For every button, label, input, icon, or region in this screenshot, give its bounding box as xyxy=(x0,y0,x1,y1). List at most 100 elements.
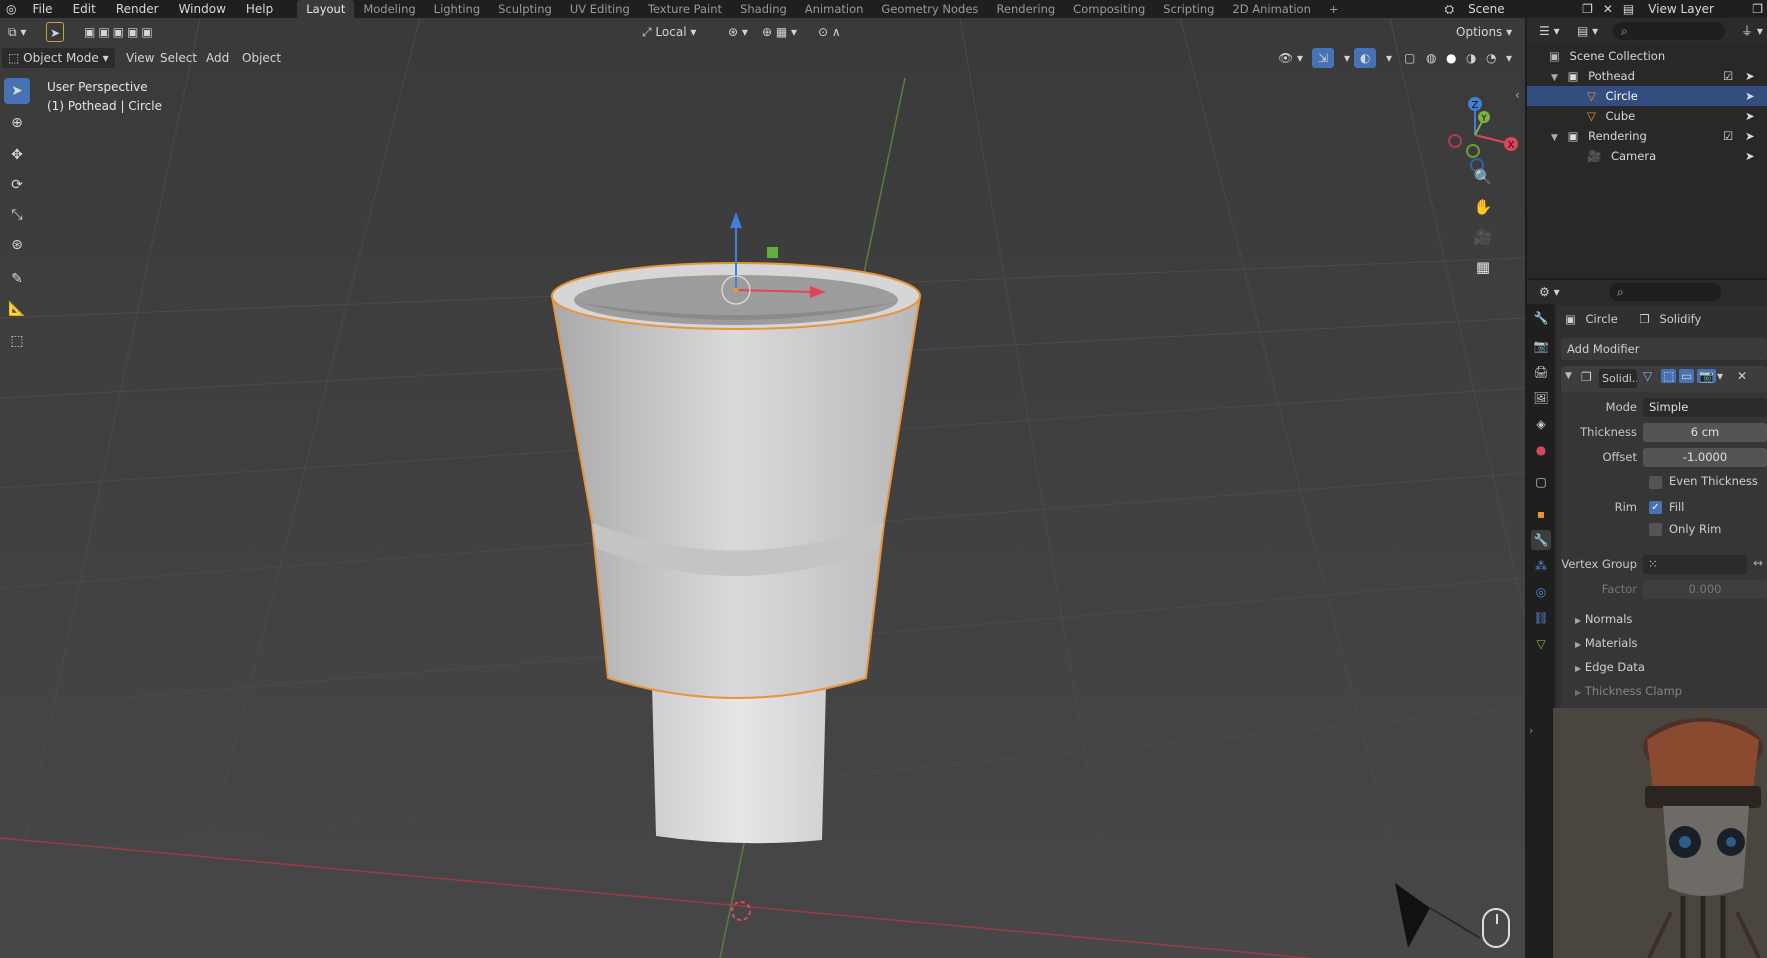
proportional-edit-icon[interactable]: ⊙ ∧ xyxy=(812,22,847,42)
materials-subpanel[interactable]: ▶ Materials xyxy=(1575,636,1638,650)
menu-window[interactable]: Window xyxy=(169,0,236,18)
shading-dropdown-icon[interactable]: ▾ xyxy=(1500,48,1518,68)
rotate-tool-icon[interactable]: ⟳ xyxy=(4,172,30,198)
selection-mode-icons[interactable]: ▣▣▣▣▣ xyxy=(78,22,176,42)
selectable-arrow-icon[interactable]: ➤ xyxy=(1745,106,1755,126)
expand-panel-icon[interactable]: › xyxy=(1529,724,1533,737)
xray-icon[interactable]: ▢ xyxy=(1398,48,1421,68)
options-dropdown[interactable]: Options ▾ xyxy=(1450,22,1518,42)
zoom-icon[interactable]: 🔍 xyxy=(1470,164,1496,190)
physics-tab-icon[interactable]: ◎ xyxy=(1531,582,1551,602)
selectable-arrow-icon[interactable]: ➤ xyxy=(1745,146,1755,166)
view-layer-tab-icon[interactable]: 🖼 xyxy=(1531,388,1551,408)
tab-scripting[interactable]: Scripting xyxy=(1154,0,1223,18)
world-tab-icon[interactable]: ● xyxy=(1531,440,1551,460)
object-tab-icon[interactable]: ▪ xyxy=(1531,504,1551,524)
pivot-point-icon[interactable]: ⊛ ▾ xyxy=(722,22,754,42)
selectable-arrow-icon[interactable]: ➤ xyxy=(1745,86,1755,106)
cube-mesh[interactable] xyxy=(652,685,826,844)
sidebar-toggle-icon[interactable]: ‹ xyxy=(1515,88,1520,102)
outliner-search-input[interactable]: ⌕ xyxy=(1613,22,1725,40)
constraints-tab-icon[interactable]: ⛓ xyxy=(1531,608,1551,628)
properties-search-input[interactable]: ⌕ xyxy=(1609,283,1721,301)
filter-icon[interactable]: ⏚ ▾ xyxy=(1735,21,1767,41)
data-tab-icon[interactable]: ▽ xyxy=(1531,634,1551,654)
tab-uv-editing[interactable]: UV Editing xyxy=(561,0,639,18)
tab-shading[interactable]: Shading xyxy=(731,0,796,18)
view-layer-icon[interactable]: ▤ xyxy=(1619,0,1638,18)
pan-hand-icon[interactable]: ✋ xyxy=(1470,194,1496,220)
menu-object[interactable]: Object xyxy=(236,48,287,68)
new-scene-icon[interactable]: ❐ xyxy=(1578,0,1597,18)
view-layer-name[interactable]: View Layer xyxy=(1638,0,1748,18)
delete-scene-icon[interactable]: ✕ xyxy=(1597,0,1619,18)
new-view-layer-icon[interactable]: ❐ xyxy=(1748,0,1767,18)
thickness-clamp-subpanel[interactable]: ▶ Thickness Clamp xyxy=(1575,684,1682,698)
outliner-item-circle[interactable]: ▽ Circle ➤ xyxy=(1527,86,1767,106)
invert-vertex-group-icon[interactable]: ↔ xyxy=(1753,556,1763,570)
viewport-scene[interactable] xyxy=(0,18,1525,958)
expand-arrow-icon[interactable]: ▼ xyxy=(1551,133,1558,143)
outliner-item-cube[interactable]: ▽ Cube ➤ xyxy=(1527,106,1767,126)
scene-icon[interactable]: ⛭ xyxy=(1440,0,1458,18)
menu-render[interactable]: Render xyxy=(106,0,169,18)
visibility-icon[interactable]: 👁 ▾ xyxy=(1272,48,1309,68)
blender-logo-icon[interactable]: ◎ xyxy=(0,0,22,18)
move-tool-icon[interactable]: ✥ xyxy=(4,142,30,168)
tab-compositing[interactable]: Compositing xyxy=(1064,0,1154,18)
menu-file[interactable]: File xyxy=(22,0,62,18)
tool-tab-icon[interactable]: 🔧 xyxy=(1531,308,1551,328)
remove-modifier-icon[interactable]: ✕ xyxy=(1737,369,1747,383)
select-tool-icon[interactable]: ➤ xyxy=(46,22,65,42)
render-tab-icon[interactable]: 📷 xyxy=(1531,336,1551,356)
properties-editor-icon[interactable]: ⚙ ▾ xyxy=(1533,282,1566,302)
particles-tab-icon[interactable]: ⁂ xyxy=(1531,556,1551,576)
scene-name[interactable]: Scene xyxy=(1458,0,1578,18)
camera-view-icon[interactable]: 🎥 xyxy=(1470,224,1496,250)
cursor-tool-icon[interactable]: ⊕ xyxy=(4,110,30,136)
display-mode-icon[interactable]: ▤ ▾ xyxy=(1571,21,1604,41)
checkbox-icon[interactable]: ☑ xyxy=(1723,66,1733,86)
scale-tool-icon[interactable]: ⤡ xyxy=(4,202,30,228)
tab-sculpting[interactable]: Sculpting xyxy=(489,0,561,18)
cage-toggle-icon[interactable]: ⬚ xyxy=(1661,369,1677,383)
circle-mesh-pot[interactable] xyxy=(550,262,922,699)
object-mode-dropdown[interactable]: ⬚ Object Mode ▾ xyxy=(2,48,115,68)
transform-orientation-dropdown[interactable]: ⤢ Local ▾ xyxy=(636,22,702,42)
overlays-toggle-icon[interactable]: ◐ xyxy=(1354,48,1377,68)
output-tab-icon[interactable]: 🖨 xyxy=(1531,362,1551,382)
selectable-arrow-icon[interactable]: ➤ xyxy=(1745,66,1755,86)
menu-select[interactable]: Select xyxy=(154,48,203,68)
collection-tab-icon[interactable]: ▢ xyxy=(1531,472,1551,492)
modifier-menu-icon[interactable]: ▾ xyxy=(1717,369,1723,383)
tab-layout[interactable]: Layout xyxy=(297,0,355,18)
only-rim-checkbox[interactable] xyxy=(1649,523,1662,536)
even-thickness-checkbox[interactable] xyxy=(1649,476,1662,489)
tab-modeling[interactable]: Modeling xyxy=(354,0,424,18)
add-workspace-icon[interactable]: + xyxy=(1320,0,1348,18)
tab-rendering[interactable]: Rendering xyxy=(987,0,1064,18)
3d-viewport[interactable]: ⧉ ▾ ➤ ▣▣▣▣▣ ⤢ Local ▾ ⊛ ▾ ⊕ ▦ ▾ ⊙ ∧ Opti… xyxy=(0,18,1525,958)
viewport-toggle-icon[interactable]: ▭ xyxy=(1679,369,1695,383)
menu-add[interactable]: Add xyxy=(200,48,235,68)
tab-2d-animation[interactable]: 2D Animation xyxy=(1223,0,1319,18)
menu-edit[interactable]: Edit xyxy=(63,0,106,18)
normals-subpanel[interactable]: ▶ Normals xyxy=(1575,612,1632,626)
outliner-scene-collection[interactable]: ▣ Scene Collection xyxy=(1527,46,1767,66)
annotate-tool-icon[interactable]: ✎ xyxy=(4,266,30,292)
outliner-editor-icon[interactable]: ☰ ▾ xyxy=(1533,21,1566,41)
editmode-toggle-icon[interactable]: ▽ xyxy=(1643,369,1652,383)
tab-texture-paint[interactable]: Texture Paint xyxy=(639,0,731,18)
perspective-toggle-icon[interactable]: ▦ xyxy=(1470,254,1496,280)
thickness-field[interactable]: 6 cm xyxy=(1643,423,1767,442)
fill-checkbox[interactable]: ✓ xyxy=(1649,501,1662,514)
scene-tab-icon[interactable]: ◈ xyxy=(1531,414,1551,434)
outliner-item-pothead[interactable]: ▼ ▣ Pothead ☑ ➤ xyxy=(1527,66,1767,86)
tab-lighting[interactable]: Lighting xyxy=(425,0,489,18)
collapse-arrow-icon[interactable]: ▼ xyxy=(1565,371,1572,381)
modifier-tab-icon[interactable]: 🔧 xyxy=(1531,530,1551,550)
selectable-arrow-icon[interactable]: ➤ xyxy=(1745,126,1755,146)
modifier-name-input[interactable]: Solidi... xyxy=(1599,369,1637,388)
gizmo-toggle-icon[interactable]: ⇲ xyxy=(1312,48,1335,68)
outliner-item-camera[interactable]: 🎥 Camera ➤ xyxy=(1527,146,1767,166)
